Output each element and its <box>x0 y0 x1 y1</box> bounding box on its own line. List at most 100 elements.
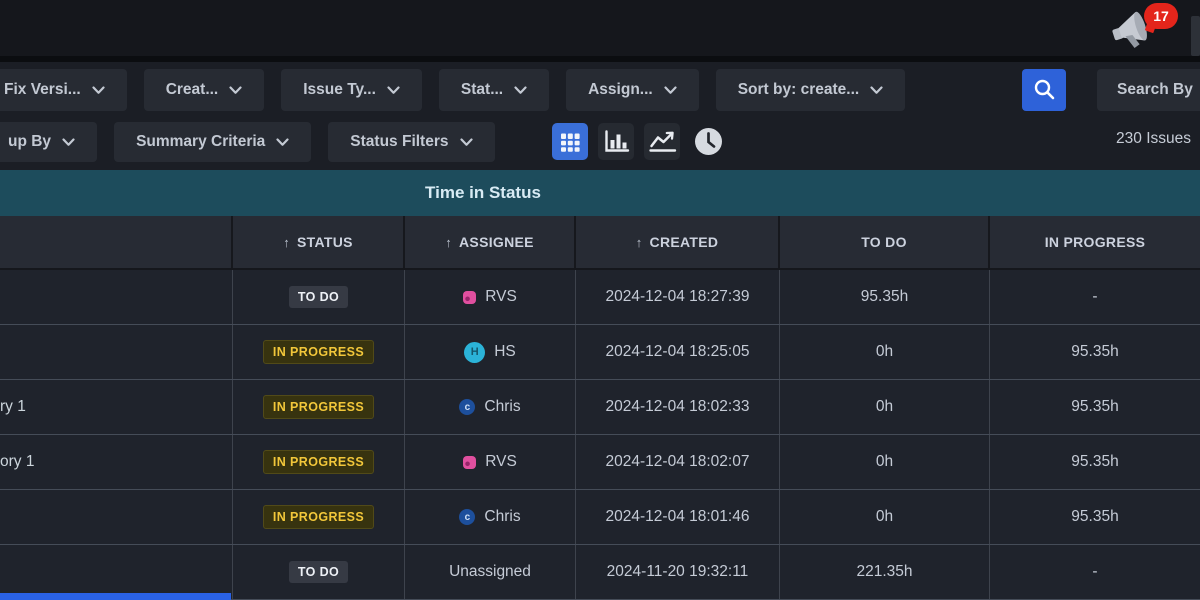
filter-group-by-button[interactable]: up By <box>0 122 97 162</box>
cell-inprogress-hours: 95.35h <box>990 325 1200 379</box>
cell-assignee: RVS <box>405 435 576 489</box>
table-row[interactable]: IN PROGRESScChris2024-12-04 18:01:460h95… <box>0 490 1200 545</box>
filter-label: Fix Versi... <box>4 81 81 99</box>
search-button[interactable] <box>1022 69 1066 111</box>
gadget-title-banner: Time in Status <box>0 170 1200 216</box>
avatar-hs: H <box>464 342 485 363</box>
table-row[interactable]: ry 1IN PROGRESScChris2024-12-04 18:02:33… <box>0 380 1200 435</box>
filter-label: up By <box>8 133 51 151</box>
cell-created: 2024-12-04 18:25:05 <box>576 325 780 379</box>
inprogress-hours: 95.35h <box>1071 398 1118 416</box>
table-grid-icon <box>558 130 582 154</box>
filter-issue-type-button[interactable]: Issue Ty... <box>281 69 422 111</box>
column-header-assignee[interactable]: ↑ASSIGNEE <box>405 216 576 268</box>
cell-inprogress-hours: 95.35h <box>990 435 1200 489</box>
cell-todo-hours: 0h <box>780 325 990 379</box>
cell-inprogress-hours: - <box>990 270 1200 324</box>
cell-status: TO DO <box>233 270 405 324</box>
todo-hours: 95.35h <box>861 288 908 306</box>
top-bar: 17 <box>0 0 1200 56</box>
notification-badge[interactable]: 17 <box>1144 3 1178 29</box>
avatar-chris: c <box>459 399 475 415</box>
cell-summary: ory 1 <box>0 435 233 489</box>
view-time-button[interactable] <box>690 123 726 160</box>
cell-assignee: Unassigned <box>405 545 576 599</box>
chevron-down-icon <box>62 138 75 147</box>
avatar-rvs <box>463 291 476 304</box>
filter-status-filters-button[interactable]: Status Filters <box>328 122 494 162</box>
horizontal-scrollbar-thumb[interactable] <box>0 593 231 600</box>
column-label: CREATED <box>650 234 719 250</box>
created-timestamp: 2024-12-04 18:02:07 <box>606 453 750 471</box>
cell-status: IN PROGRESS <box>233 380 405 434</box>
cell-status: IN PROGRESS <box>233 490 405 544</box>
assignee-name: RVS <box>485 453 517 471</box>
cell-created: 2024-12-04 18:02:07 <box>576 435 780 489</box>
status-badge: IN PROGRESS <box>263 450 374 474</box>
column-label: IN PROGRESS <box>1045 234 1146 250</box>
cell-todo-hours: 0h <box>780 380 990 434</box>
column-header-inprogress: IN PROGRESS <box>990 216 1200 268</box>
column-label: ASSIGNEE <box>459 234 534 250</box>
filter-assignee-button[interactable]: Assign... <box>566 69 699 111</box>
filter-label: Issue Ty... <box>303 81 376 99</box>
cell-todo-hours: 221.35h <box>780 545 990 599</box>
status-badge: TO DO <box>289 561 348 583</box>
chevron-down-icon <box>514 86 527 95</box>
view-line-chart-button[interactable] <box>644 123 680 160</box>
table-row[interactable]: ory 1 IN PROGRESS RVS 2024-12-04 18:02:07 0h… <box>0 435 1200 490</box>
column-label: STATUS <box>297 234 353 250</box>
column-label: TO DO <box>861 234 907 250</box>
cell-created: 2024-12-04 18:27:39 <box>576 270 780 324</box>
view-bar-chart-button[interactable] <box>598 123 634 160</box>
filter-summary-criteria-button[interactable]: Summary Criteria <box>114 122 311 162</box>
view-toggle-group <box>552 123 726 160</box>
todo-hours: 0h <box>876 343 893 361</box>
cell-inprogress-hours: - <box>990 545 1200 599</box>
cell-assignee: cChris <box>405 490 576 544</box>
inprogress-hours: 95.35h <box>1071 343 1118 361</box>
chevron-down-icon <box>460 138 473 147</box>
column-header-status[interactable]: ↑STATUS <box>233 216 405 268</box>
todo-hours: 221.35h <box>856 563 912 581</box>
status-badge: IN PROGRESS <box>263 340 374 364</box>
inprogress-hours: - <box>1092 288 1097 306</box>
filter-label: Status Filters <box>350 133 448 151</box>
chevron-down-icon <box>92 86 105 95</box>
view-table-button[interactable] <box>552 123 588 160</box>
cell-todo-hours: 95.35h <box>780 270 990 324</box>
filter-fix-version-button[interactable]: Fix Versi... <box>0 69 127 111</box>
filter-sort-by-button[interactable]: Sort by: create... <box>716 69 905 111</box>
assignee-name: Chris <box>484 398 520 416</box>
issues-count: 230 Issues <box>1116 130 1191 148</box>
vertical-scrollbar-thumb[interactable] <box>1191 16 1200 56</box>
cell-assignee: c Chris <box>405 380 576 434</box>
search-by-button[interactable]: Search By <box>1097 69 1200 111</box>
status-badge: TO DO <box>289 286 348 308</box>
inprogress-hours: - <box>1092 563 1097 581</box>
cell-assignee: H HS <box>405 325 576 379</box>
table-row[interactable]: IN PROGRESS H HS 2024-12-04 18:25:05 0h 95.35… <box>0 325 1200 380</box>
filter-created-button[interactable]: Creat... <box>144 69 265 111</box>
cell-todo-hours: 0h <box>780 435 990 489</box>
filter-row-2: up By Summary Criteria Status Filters <box>0 122 495 162</box>
issue-summary: ory 1 <box>0 453 34 471</box>
cell-summary <box>0 325 233 379</box>
table-header-row: ↑STATUS↑ASSIGNEE↑CREATED TO DO IN PROGRESS <box>0 216 1200 270</box>
time-in-status-table: ↑STATUS↑ASSIGNEE↑CREATED TO DO IN PROGRESS… <box>0 216 1200 600</box>
created-timestamp: 2024-12-04 18:01:46 <box>606 508 750 526</box>
clock-icon <box>693 126 724 157</box>
table-row[interactable]: TO DO Unassigned 2024-11-20 19:32:11 221.35… <box>0 545 1200 600</box>
cell-created: 2024-12-04 18:02:33 <box>576 380 780 434</box>
table-row[interactable]: TO DO RVS2024-12-04 18:27:39 95.35h - <box>0 270 1200 325</box>
filter-status-button[interactable]: Stat... <box>439 69 549 111</box>
assignee-name: HS <box>494 343 516 361</box>
table-body: TO DORVS2024-12-04 18:27:3995.35h-IN PRO… <box>0 270 1200 600</box>
cell-assignee: RVS <box>405 270 576 324</box>
chevron-down-icon <box>870 86 883 95</box>
assignee-name: Chris <box>484 508 520 526</box>
created-timestamp: 2024-11-20 19:32:11 <box>607 563 749 581</box>
filter-label: Assign... <box>588 81 653 99</box>
column-header-created[interactable]: ↑CREATED <box>576 216 780 268</box>
filter-label: Sort by: create... <box>738 81 859 99</box>
